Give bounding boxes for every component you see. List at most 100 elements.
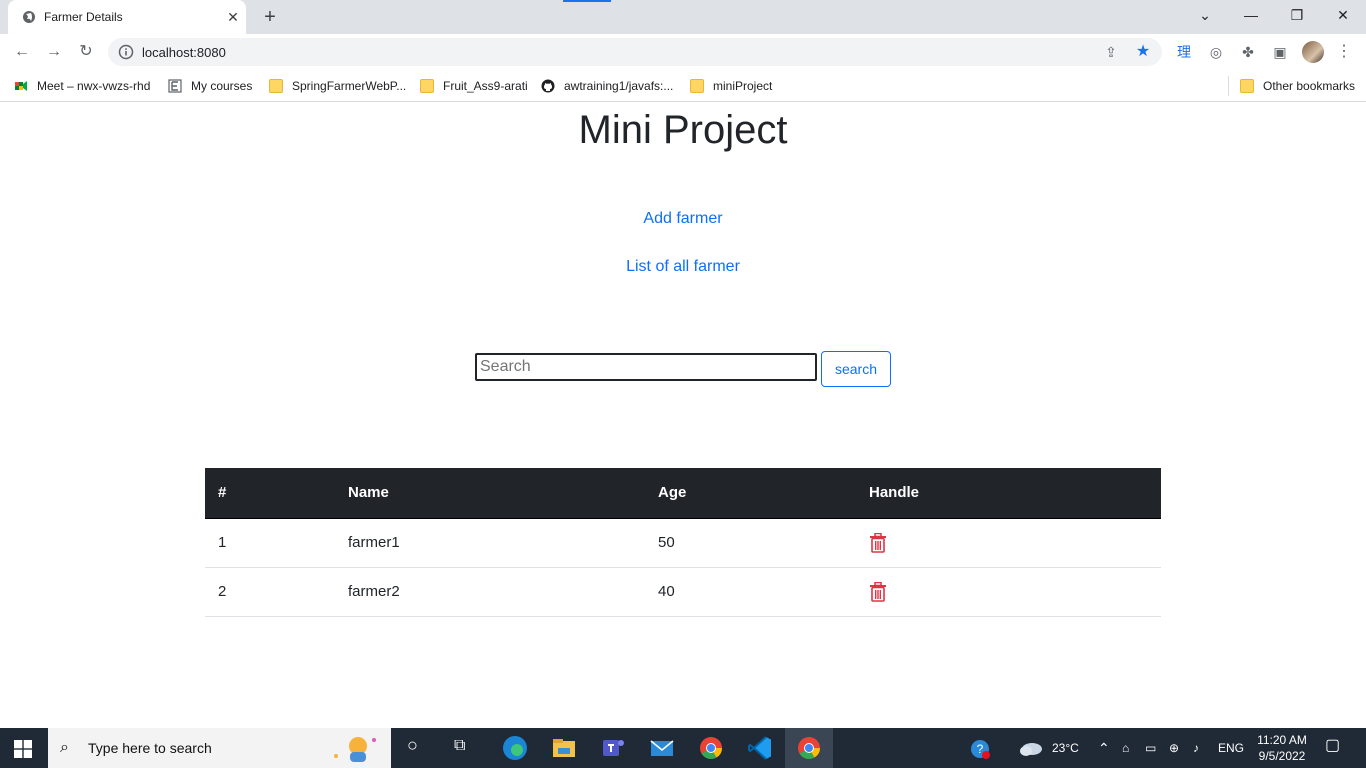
- vscode-icon[interactable]: [746, 734, 774, 762]
- table-header-row: # Name Age Handle: [205, 468, 1161, 519]
- table-row: 2 farmer2 40: [205, 567, 1161, 617]
- url-text: localhost:8080: [142, 45, 226, 60]
- address-bar[interactable]: localhost:8080 ⇪ ★: [108, 38, 1162, 66]
- cell-id: 1: [205, 518, 335, 568]
- column-header-handle: Handle: [856, 468, 1161, 519]
- other-bookmarks[interactable]: Other bookmarks: [1240, 77, 1355, 95]
- column-header-age: Age: [645, 468, 856, 519]
- bookmarks-bar: Meet – nwx-vwzs-rhd My courses SpringFar…: [0, 70, 1366, 102]
- clock-time: 11:20 AM: [1257, 733, 1307, 747]
- help-icon[interactable]: ?: [969, 738, 991, 760]
- bookmark-item[interactable]: My courses: [168, 77, 252, 95]
- taskbar-search-placeholder: Type here to search: [88, 740, 212, 756]
- folder-icon: [269, 79, 283, 93]
- column-header-id: #: [205, 468, 335, 519]
- forward-icon[interactable]: →: [42, 40, 66, 64]
- clock-date: 9/5/2022: [1258, 749, 1306, 763]
- bookmarks-divider: [1228, 76, 1229, 96]
- info-icon[interactable]: [118, 44, 134, 60]
- edge-icon[interactable]: [501, 734, 529, 762]
- cell-age: 50: [645, 518, 856, 568]
- trash-icon[interactable]: [869, 532, 887, 553]
- bookmark-item[interactable]: Fruit_Ass9-arati: [420, 77, 528, 95]
- close-tab-icon[interactable]: ✕: [225, 9, 241, 25]
- windows-start-icon[interactable]: [14, 740, 32, 758]
- bookmark-star-icon[interactable]: ★: [1134, 43, 1152, 61]
- share-icon[interactable]: ⇪: [1102, 43, 1120, 61]
- minimize-icon[interactable]: —: [1228, 0, 1274, 30]
- moodle-icon: [168, 79, 182, 93]
- volume-icon[interactable]: ♪: [1193, 740, 1199, 756]
- other-bookmarks-label: Other bookmarks: [1263, 79, 1356, 93]
- list-farmers-link[interactable]: List of all farmer: [0, 258, 1366, 276]
- table-row: 1 farmer1 50: [205, 518, 1161, 568]
- meet-now-icon[interactable]: ⌂: [1122, 740, 1129, 756]
- search-highlight-icon: [334, 737, 376, 762]
- column-header-name: Name: [335, 468, 645, 519]
- search-input[interactable]: [475, 353, 817, 381]
- bookmark-item[interactable]: SpringFarmerWebP...: [269, 77, 406, 95]
- battery-icon[interactable]: ▭: [1145, 740, 1156, 756]
- cell-id: 2: [205, 567, 335, 617]
- profile-avatar[interactable]: [1302, 41, 1324, 63]
- bookmark-label: miniProject: [713, 79, 773, 93]
- github-icon: [541, 79, 555, 93]
- bookmark-label: SpringFarmerWebP...: [292, 79, 407, 93]
- folder-icon: [690, 79, 704, 93]
- show-hidden-icons-icon[interactable]: ⌃: [1098, 740, 1110, 756]
- page-title: Mini Project: [578, 108, 788, 152]
- new-tab-icon[interactable]: +: [259, 6, 281, 28]
- cell-handle: [856, 518, 1161, 568]
- tab-strip: Farmer Details ✕ + ⌄ — ❐ ✕: [0, 0, 1366, 34]
- bookmark-item[interactable]: miniProject: [690, 77, 772, 95]
- bookmark-item[interactable]: awtraining1/javafs:...: [541, 77, 673, 95]
- notifications-icon[interactable]: ▢: [1325, 738, 1340, 754]
- cell-name: farmer2: [335, 567, 645, 617]
- taskbar-search[interactable]: ⌕ Type here to search: [48, 728, 391, 768]
- bookmark-label: awtraining1/javafs:...: [564, 79, 674, 93]
- network-icon[interactable]: ⊕: [1169, 740, 1179, 756]
- chrome-active-icon[interactable]: [795, 734, 823, 762]
- bookmark-label: My courses: [191, 79, 253, 93]
- bookmark-item[interactable]: Meet – nwx-vwzs-rhd: [14, 77, 150, 95]
- cell-age: 40: [645, 567, 856, 617]
- add-farmer-link[interactable]: Add farmer: [0, 210, 1366, 228]
- folder-icon: [420, 79, 434, 93]
- search-button[interactable]: search: [821, 351, 891, 387]
- reload-icon[interactable]: ↻: [74, 40, 98, 64]
- more-menu-icon[interactable]: ⋮: [1336, 42, 1352, 62]
- language-indicator[interactable]: ENG: [1218, 740, 1244, 756]
- tab-farmer-details[interactable]: Farmer Details ✕: [8, 0, 246, 34]
- taskbar: ⌕ Type here to search ○ ⧉ ? 23°C ⌃ ⌂ ▭ ⊕: [0, 728, 1366, 768]
- tab-group-indicator: [563, 0, 611, 2]
- trash-icon[interactable]: [869, 581, 887, 602]
- bookmark-label: Meet – nwx-vwzs-rhd: [37, 79, 151, 93]
- cell-handle: [856, 567, 1161, 617]
- tab-search-icon[interactable]: ⌄: [1182, 0, 1228, 30]
- task-view-icon[interactable]: ⧉: [454, 738, 465, 754]
- extension-translate-icon[interactable]: 理: [1174, 42, 1194, 62]
- farmer-table: # Name Age Handle 1 farmer1 50 2 farmer2…: [205, 468, 1161, 617]
- cell-name: farmer1: [335, 518, 645, 568]
- weather-temperature[interactable]: 23°C: [1052, 740, 1079, 756]
- chrome-icon[interactable]: [697, 734, 725, 762]
- clock[interactable]: 11:20 AM 9/5/2022: [1256, 732, 1308, 764]
- search-icon: ⌕: [60, 739, 69, 756]
- extension-icon[interactable]: ◎: [1206, 42, 1226, 62]
- file-explorer-icon[interactable]: [550, 734, 578, 762]
- bookmark-label: Fruit_Ass9-arati: [443, 79, 528, 93]
- globe-icon: [23, 11, 35, 23]
- puzzle-icon[interactable]: ✤: [1238, 42, 1258, 62]
- browser-toolbar: ← → ↻ localhost:8080 ⇪ ★ 理 ◎ ✤ ▣: [0, 34, 1366, 70]
- mail-icon[interactable]: [648, 734, 676, 762]
- weather-cloud-icon: [1020, 743, 1042, 756]
- cortana-icon[interactable]: ○: [407, 736, 418, 754]
- restore-icon[interactable]: ❐: [1274, 0, 1320, 30]
- side-panel-icon[interactable]: ▣: [1270, 42, 1290, 62]
- tab-title: Farmer Details: [44, 10, 123, 24]
- close-window-icon[interactable]: ✕: [1320, 0, 1366, 30]
- meet-icon: [15, 81, 27, 91]
- folder-icon: [1240, 79, 1254, 93]
- back-icon[interactable]: ←: [10, 40, 34, 64]
- teams-icon[interactable]: [599, 734, 627, 762]
